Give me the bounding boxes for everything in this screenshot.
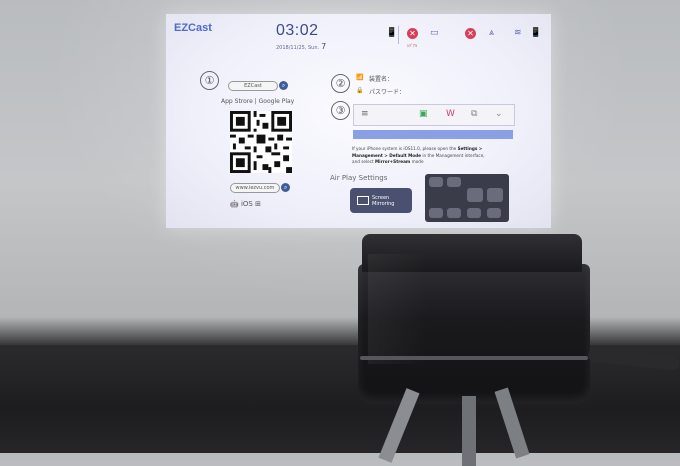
date-text: 2018/11/25, Sun.: [276, 45, 320, 51]
projected-screen: EZCast 03:02 2018/11/25, Sun. 7 📱 ✕ ｼｸﾞﾅﾙ…: [166, 14, 551, 228]
logo-text: EZCast: [174, 22, 212, 34]
step-2-number: ②: [331, 74, 350, 93]
control-center-illustration: [425, 174, 509, 222]
date-day: 7: [321, 42, 327, 51]
airplay-settings: Air Play Settings: [330, 174, 387, 182]
os-logos: 🤖 iOS ⊞: [230, 200, 261, 208]
info-line-3b: mode: [411, 159, 424, 164]
phone-icon: 📱: [386, 28, 398, 38]
step-1-number: ①: [200, 71, 219, 90]
tripod-leg-center: [462, 396, 476, 466]
cast-icon: 📶: [356, 74, 364, 81]
info-line-2b: in the Management interface,: [422, 152, 485, 158]
app-toolbar-illustration: ≡ ▣ W ⧉ ⌄: [353, 104, 515, 126]
camera-icon: [487, 208, 501, 218]
info-line-1: If your iPhone system is iOS11.0, please…: [352, 146, 457, 151]
info-settings: Settings >: [457, 146, 483, 151]
info-line-3: and select: [352, 159, 374, 164]
router-icon: ⩓: [489, 28, 495, 38]
info-line-2: Management > Default Mode: [352, 152, 421, 158]
copy-icon: ⧉: [471, 109, 478, 119]
info-mirror: Mirror+Stream: [375, 159, 411, 164]
lock-rotation-icon: [447, 177, 461, 187]
calculator-icon: [467, 208, 481, 218]
disconnected-icon: ✕: [407, 28, 418, 39]
clock-time: 03:02: [276, 22, 319, 39]
clock-date: 2018/11/25, Sun. 7: [276, 42, 326, 51]
chevron-down-icon: ⌄: [495, 109, 503, 119]
device-name-label: 装置名：: [369, 76, 394, 83]
step-3-number: ③: [331, 101, 350, 120]
moon-icon: [429, 177, 443, 187]
qr-code-graphic: [230, 111, 292, 173]
phone-cast-icon: 📱: [530, 28, 542, 38]
divider: [398, 26, 399, 44]
wifi-icon: ≋: [514, 28, 522, 38]
progress-bar: [353, 130, 513, 139]
screen-mirroring-label: Screen Mirroring: [372, 195, 395, 207]
search-icon: ⌕: [279, 81, 288, 90]
mini-projector: [358, 234, 590, 404]
flashlight-icon: [429, 208, 443, 218]
brightness-icon: [467, 188, 483, 202]
wave-icon: W: [446, 109, 455, 119]
screen-mirroring-tile: Screen Mirroring: [350, 188, 412, 213]
projector-edge: [360, 356, 588, 360]
timer-icon: [447, 208, 461, 218]
cast-button-icon: ▣: [419, 109, 428, 119]
link-icon: ▭: [430, 28, 439, 38]
app-stores-text: App Strore | Google Play: [221, 98, 295, 105]
projector-sheen: [368, 254, 428, 364]
status-label: ｼｸﾞﾅﾙ: [407, 43, 417, 48]
app-search-field: EZCast: [228, 81, 278, 91]
network-error-icon: ✕: [465, 28, 476, 39]
url-field: www.iezvu.com: [230, 183, 280, 193]
status-bar: 📱 ✕ ｼｸﾞﾅﾙ ▭ ✕ ⩓ ≋ 📱: [384, 26, 544, 48]
mirroring-icon: [357, 196, 369, 205]
password-label: パスワード：: [369, 89, 406, 96]
airplay-label: Air Play Settings: [330, 174, 388, 182]
volume-icon: [487, 188, 503, 202]
search-icon-2: ⌕: [281, 183, 290, 192]
ezcast-logo: EZCast: [174, 22, 212, 34]
qr-code: [230, 111, 292, 173]
lock-icon: 🔒: [356, 87, 364, 94]
ios-instructions: If your iPhone system is iOS11.0, please…: [352, 146, 542, 166]
menu-icon: ≡: [361, 109, 369, 119]
